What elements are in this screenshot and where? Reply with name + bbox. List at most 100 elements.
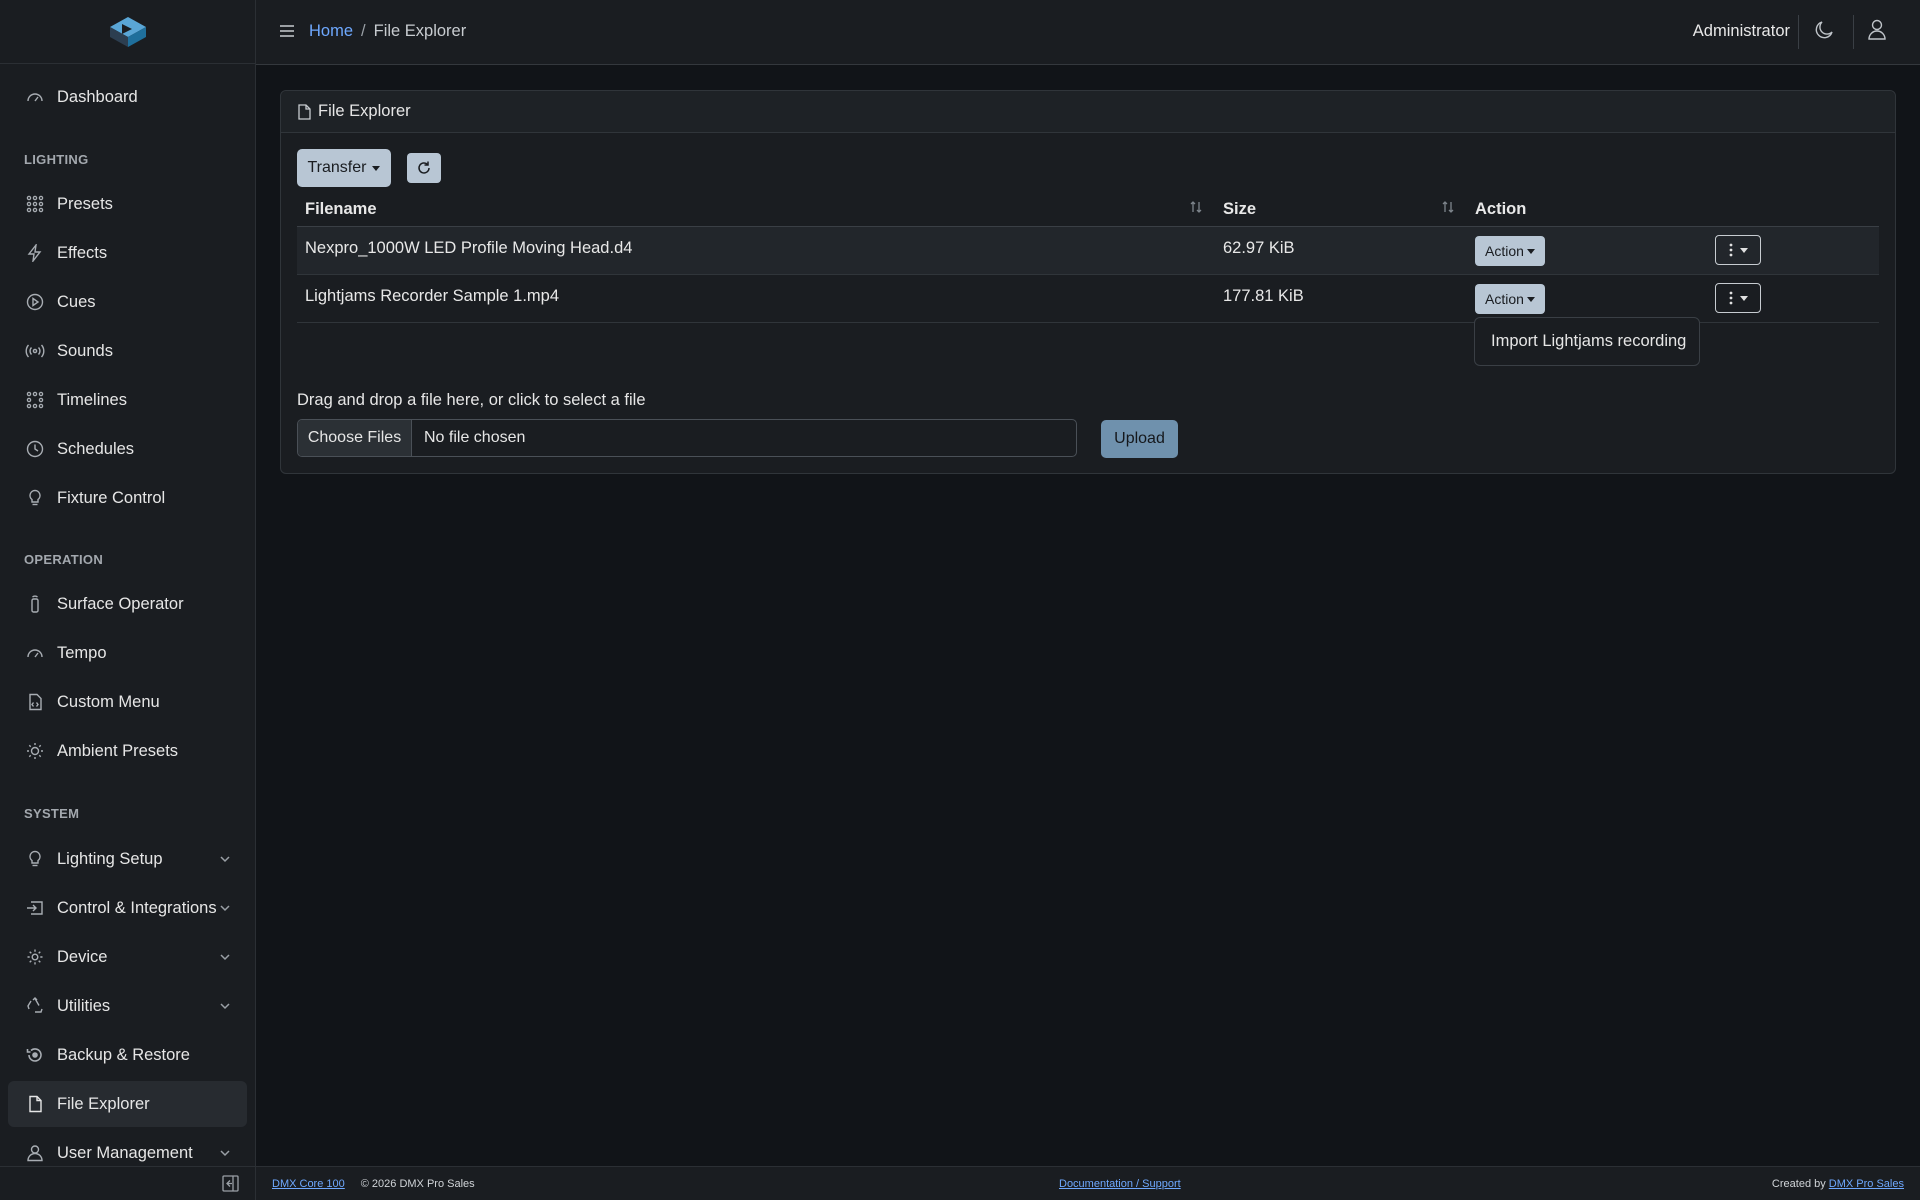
header-divider xyxy=(1853,15,1854,49)
user-name[interactable]: Administrator xyxy=(1693,22,1790,41)
chevron-down-icon xyxy=(219,1145,231,1164)
person-icon xyxy=(24,1142,46,1164)
file-explorer-card: File Explorer Transfer Filename Size Act… xyxy=(280,90,1896,474)
file-input[interactable]: Choose Files No file chosen xyxy=(297,419,1077,457)
file-icon xyxy=(24,1093,46,1115)
sidebar-item-control-integrations[interactable]: Control & Integrations xyxy=(8,885,247,931)
caret-down-icon xyxy=(372,165,381,171)
transfer-dropdown-button[interactable]: Transfer xyxy=(297,149,391,187)
action-dropdown-button[interactable]: Action xyxy=(1475,284,1545,314)
sort-icon[interactable] xyxy=(1189,200,1203,217)
lightbulb-icon xyxy=(24,848,46,870)
sidebar-item-lighting-setup[interactable]: Lighting Setup xyxy=(8,836,247,882)
disc-icon xyxy=(24,1044,46,1066)
breadcrumb-separator: / xyxy=(361,22,366,40)
kebab-icon xyxy=(1729,243,1733,257)
sidebar-item-utilities[interactable]: Utilities xyxy=(8,983,247,1029)
moon-icon[interactable] xyxy=(1814,20,1834,45)
file-status: No file chosen xyxy=(424,429,526,446)
sidebar-item-label: File Explorer xyxy=(57,1094,150,1113)
sidebar-item-custom-menu[interactable]: Custom Menu xyxy=(8,679,247,725)
file-size: 177.81 KiB xyxy=(1223,287,1304,305)
sidebar: Dashboard LIGHTING Presets Effects Cues xyxy=(0,0,256,1200)
sun-icon xyxy=(24,740,46,762)
sidebar-item-user-management[interactable]: User Management xyxy=(8,1130,247,1166)
person-icon[interactable] xyxy=(1867,19,1887,46)
sidebar-item-label: Device xyxy=(57,947,108,966)
remote-icon xyxy=(24,593,46,615)
chevron-down-icon xyxy=(219,900,231,919)
caret-down-icon xyxy=(1740,295,1748,301)
clock-icon xyxy=(24,438,46,460)
table-header: Filename Size Action xyxy=(297,191,1879,227)
gear-icon xyxy=(24,946,46,968)
caret-down-icon xyxy=(1740,247,1748,253)
sidebar-item-dashboard[interactable]: Dashboard xyxy=(8,74,247,120)
sidebar-item-effects[interactable]: Effects xyxy=(8,230,247,276)
sidebar-item-timelines[interactable]: Timelines xyxy=(8,377,247,423)
menu-item-import-lightjams[interactable]: Import Lightjams recording xyxy=(1491,332,1686,351)
copyright-text: © 2026 DMX Pro Sales xyxy=(360,1178,475,1190)
kebab-icon xyxy=(1729,291,1733,305)
section-lighting: LIGHTING xyxy=(24,152,89,167)
sidebar-item-backup-restore[interactable]: Backup & Restore xyxy=(8,1032,247,1078)
table-row: Lightjams Recorder Sample 1.mp4 177.81 K… xyxy=(297,275,1879,323)
header-divider xyxy=(1798,15,1799,49)
file-code-icon xyxy=(24,691,46,713)
sidebar-item-fixture-control[interactable]: Fixture Control xyxy=(8,475,247,521)
dropzone-text[interactable]: Drag and drop a file here, or click to s… xyxy=(297,391,646,410)
chevron-down-icon xyxy=(219,998,231,1017)
menu-icon[interactable] xyxy=(278,22,296,45)
breadcrumb-home[interactable]: Home xyxy=(309,22,353,41)
sidebar-item-tempo[interactable]: Tempo xyxy=(8,630,247,676)
breadcrumb: Home / File Explorer xyxy=(309,22,466,41)
sidebar-item-label: Cues xyxy=(57,292,96,311)
caret-down-icon xyxy=(1526,296,1535,302)
documentation-link[interactable]: Documentation / Support xyxy=(1059,1178,1181,1190)
sidebar-item-label: Utilities xyxy=(57,996,111,1015)
product-link[interactable]: DMX Core 100 xyxy=(272,1178,345,1190)
sidebar-item-file-explorer[interactable]: File Explorer xyxy=(8,1081,247,1127)
sidebar-item-schedules[interactable]: Schedules xyxy=(8,426,247,472)
choose-files-button[interactable]: Choose Files xyxy=(298,420,412,456)
sidebar-item-surface-operator[interactable]: Surface Operator xyxy=(8,581,247,627)
play-circle-icon xyxy=(24,291,46,313)
sidebar-item-label: Ambient Presets xyxy=(57,741,179,760)
section-system: SYSTEM xyxy=(24,806,80,821)
action-dropdown-button[interactable]: Action xyxy=(1475,236,1545,266)
refresh-button[interactable] xyxy=(407,153,441,183)
card-title: File Explorer xyxy=(318,102,411,120)
file-icon xyxy=(297,103,312,120)
sidebar-item-ambient-presets[interactable]: Ambient Presets xyxy=(8,728,247,774)
sidebar-item-presets[interactable]: Presets xyxy=(8,181,247,227)
sidebar-item-cues[interactable]: Cues xyxy=(8,279,247,325)
sidebar-item-sounds[interactable]: Sounds xyxy=(8,328,247,374)
sidebar-item-device[interactable]: Device xyxy=(8,934,247,980)
column-size[interactable]: Size xyxy=(1223,200,1256,219)
sidebar-collapse-icon[interactable] xyxy=(222,1175,239,1197)
lightbulb-icon xyxy=(24,487,46,509)
action-label: Action xyxy=(1485,291,1524,307)
file-size: 62.97 KiB xyxy=(1223,239,1295,257)
page-footer: DMX Core 100 © 2026 DMX Pro Sales Docume… xyxy=(256,1166,1920,1200)
speedometer-icon xyxy=(24,642,46,664)
upload-button[interactable]: Upload xyxy=(1101,420,1178,458)
sort-icon[interactable] xyxy=(1441,200,1455,217)
sidebar-item-label: Custom Menu xyxy=(57,692,160,711)
breadcrumb-current: File Explorer xyxy=(373,22,467,40)
lightning-icon xyxy=(24,242,46,264)
column-action: Action xyxy=(1475,200,1527,218)
sidebar-item-label: Schedules xyxy=(57,439,135,458)
column-filename[interactable]: Filename xyxy=(305,200,377,219)
sidebar-item-label: Tempo xyxy=(57,643,107,662)
transfer-label: Transfer xyxy=(307,159,367,176)
creator-link[interactable]: DMX Pro Sales xyxy=(1829,1178,1904,1190)
chevron-down-icon xyxy=(219,851,231,870)
card-header: File Explorer xyxy=(281,91,1895,133)
sidebar-footer xyxy=(0,1166,255,1200)
logo[interactable] xyxy=(0,0,255,64)
more-options-button[interactable] xyxy=(1715,235,1761,265)
action-dropdown-menu: Import Lightjams recording xyxy=(1474,317,1700,366)
box-arrow-in-icon xyxy=(24,897,46,919)
more-options-button[interactable] xyxy=(1715,283,1761,313)
